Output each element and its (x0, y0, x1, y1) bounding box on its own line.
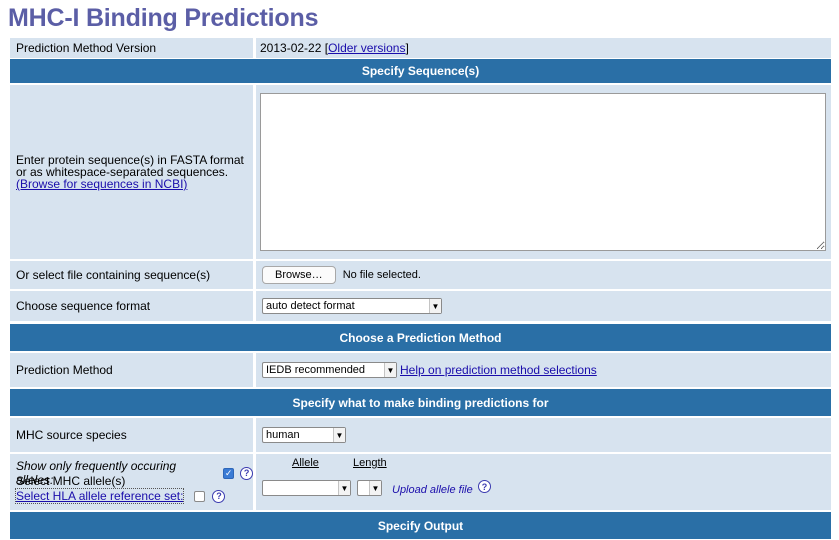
upload-allele-file-link[interactable]: Upload allele file (392, 484, 473, 496)
section-specify-sequences: Specify Sequence(s) (10, 59, 831, 83)
format-label: Choose sequence format (16, 299, 151, 313)
ncbi-browse-link[interactable]: (Browse for sequences in NCBI) (16, 177, 187, 191)
sequence-format-row: Choose sequence format auto detect forma… (8, 291, 833, 321)
section-prediction-method: Choose a Prediction Method (10, 324, 831, 351)
section-specify-output: Specify Output (10, 512, 831, 539)
species-row: MHC source species human ▼ (8, 418, 833, 452)
version-row: Prediction Method Version 2013-02-22 [Ol… (8, 38, 833, 58)
browse-button[interactable]: Browse… (262, 266, 336, 284)
file-status: No file selected. (342, 269, 421, 281)
reference-set-link[interactable]: Select HLA allele reference set: (14, 488, 185, 504)
species-label: MHC source species (16, 428, 127, 442)
version-value: 2013-02-22 (260, 41, 322, 55)
reference-set-checkbox[interactable] (194, 490, 206, 502)
frequent-alleles-checkbox[interactable]: ✓ (223, 467, 235, 479)
file-label: Or select file containing sequence(s) (16, 268, 211, 282)
help-icon[interactable]: ? (212, 489, 226, 503)
help-icon[interactable]: ? (478, 480, 491, 493)
select-alleles-label: Select MHC allele(s) (16, 474, 126, 488)
chevron-down-icon: ▼ (429, 299, 441, 313)
allele-select[interactable]: ▼ (262, 480, 351, 496)
older-versions-link[interactable]: Older versions (328, 41, 405, 55)
sequence-textarea[interactable] (260, 93, 826, 251)
chevron-down-icon: ▼ (333, 428, 345, 442)
prediction-method-row: Prediction Method IEDB recommended ▼ Hel… (8, 353, 833, 387)
section-binding-targets: Specify what to make binding predictions… (10, 389, 831, 416)
chevron-down-icon: ▼ (384, 363, 396, 377)
chevron-down-icon: ▼ (338, 481, 350, 495)
method-label: Prediction Method (16, 363, 113, 377)
checkmark-icon: ✓ (224, 467, 233, 478)
chevron-down-icon: ▼ (369, 481, 381, 495)
length-column-header[interactable]: Length (353, 457, 387, 469)
page-title: MHC-I Binding Predictions (8, 4, 319, 32)
species-value: human (266, 429, 300, 441)
sequence-input-row: Enter protein sequence(s) in FASTA forma… (8, 85, 833, 259)
format-select[interactable]: auto detect format ▼ (262, 298, 442, 314)
version-label: Prediction Method Version (16, 41, 157, 55)
allele-column-header[interactable]: Allele (292, 457, 319, 469)
length-select[interactable]: ▼ (357, 480, 382, 496)
sequence-file-row: Or select file containing sequence(s) Br… (8, 261, 833, 289)
method-help-link[interactable]: Help on prediction method selections (400, 363, 597, 377)
format-value: auto detect format (266, 300, 355, 312)
bracket-close: ] (405, 41, 409, 55)
prediction-form: Prediction Method Version 2013-02-22 [Ol… (8, 36, 833, 540)
method-value: IEDB recommended (266, 364, 366, 376)
help-icon[interactable]: ? (240, 466, 253, 480)
method-select[interactable]: IEDB recommended ▼ (262, 362, 397, 378)
species-select[interactable]: human ▼ (262, 427, 346, 443)
allele-row: Show only frequently occuring alleles: ✓… (8, 454, 833, 510)
